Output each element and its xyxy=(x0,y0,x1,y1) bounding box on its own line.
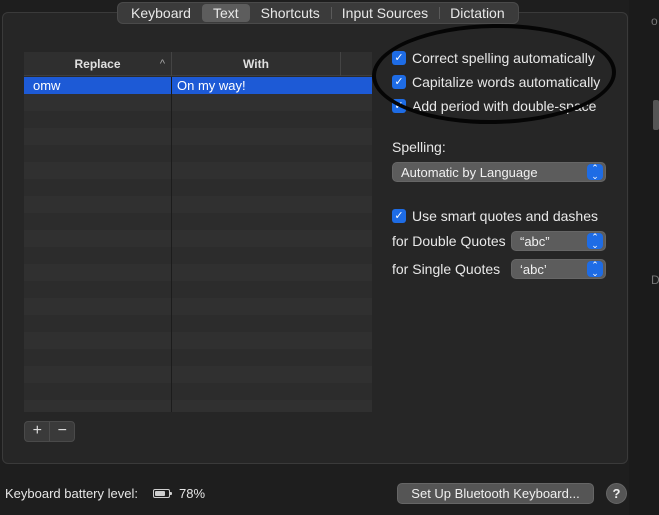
with-cell xyxy=(172,128,372,145)
tab-shortcuts[interactable]: Shortcuts xyxy=(250,4,331,22)
replace-cell xyxy=(24,162,172,179)
popup-value: Automatic by Language xyxy=(401,165,538,180)
tab-input-sources[interactable]: Input Sources xyxy=(330,4,439,22)
help-button[interactable]: ? xyxy=(606,483,627,504)
table-row[interactable] xyxy=(24,247,372,264)
tab-text[interactable]: Text xyxy=(201,4,250,22)
replace-cell xyxy=(24,281,172,298)
replace-cell xyxy=(24,264,172,281)
tab-keyboard[interactable]: Keyboard xyxy=(120,4,202,22)
popup-value: ‘abc’ xyxy=(520,262,547,277)
table-rows: omw On my way! xyxy=(24,77,372,412)
spelling-label: Spelling: xyxy=(392,139,446,155)
with-cell xyxy=(172,94,372,111)
table-row[interactable] xyxy=(24,349,372,366)
table-row[interactable] xyxy=(24,162,372,179)
background-text-fragment: D xyxy=(651,273,659,287)
replace-cell xyxy=(24,196,172,213)
table-row[interactable]: omw On my way! xyxy=(24,77,372,94)
with-cell xyxy=(172,383,372,400)
replace-cell xyxy=(24,247,172,264)
single-quotes-label: for Single Quotes xyxy=(392,261,501,277)
battery-icon xyxy=(153,489,172,498)
checkmark-icon: ✓ xyxy=(392,209,406,223)
replace-cell xyxy=(24,315,172,332)
background-window xyxy=(629,0,659,515)
replace-cell xyxy=(24,400,172,412)
replace-cell xyxy=(24,366,172,383)
replace-cell xyxy=(24,298,172,315)
table-row[interactable] xyxy=(24,281,372,298)
replace-cell xyxy=(24,179,172,196)
single-quotes-popup[interactable]: ‘abc’ ⌃ ⌄ xyxy=(511,259,606,279)
with-cell xyxy=(172,179,372,196)
replace-cell xyxy=(24,145,172,162)
add-remove-control: + − xyxy=(24,421,75,442)
replace-cell: omw xyxy=(24,77,172,94)
table-row[interactable] xyxy=(24,383,372,400)
with-cell: On my way! xyxy=(177,78,246,93)
with-cell xyxy=(172,213,372,230)
replace-cell xyxy=(24,332,172,349)
with-cell xyxy=(172,196,372,213)
with-cell xyxy=(172,332,372,349)
with-cell xyxy=(172,145,372,162)
chevron-updown-icon: ⌃ ⌄ xyxy=(587,261,603,278)
replace-cell xyxy=(24,128,172,145)
battery-percentage: 78% xyxy=(179,486,206,501)
table-row[interactable] xyxy=(24,264,372,281)
spelling-popup[interactable]: Automatic by Language ⌃ ⌄ xyxy=(392,162,606,182)
background-text-fragment: o xyxy=(651,14,658,28)
with-cell xyxy=(172,264,372,281)
with-cell xyxy=(172,349,372,366)
sort-ascending-icon: ^ xyxy=(159,58,165,70)
table-row[interactable] xyxy=(24,366,372,383)
table-row[interactable] xyxy=(24,315,372,332)
smart-quotes-checkbox[interactable]: ✓ Use smart quotes and dashes xyxy=(392,208,598,224)
double-quotes-label: for Double Quotes xyxy=(392,233,506,249)
table-row[interactable] xyxy=(24,111,372,128)
text-replacement-table[interactable]: Replace ^ With omw On my way! xyxy=(24,52,372,412)
with-cell xyxy=(172,247,372,264)
popup-value: “abc” xyxy=(520,234,550,249)
checkbox-label: Use smart quotes and dashes xyxy=(412,208,598,224)
replace-cell xyxy=(24,111,172,128)
column-header-with[interactable]: With xyxy=(172,52,341,76)
with-cell xyxy=(172,281,372,298)
setup-bluetooth-keyboard-button[interactable]: Set Up Bluetooth Keyboard... xyxy=(397,483,594,504)
battery-level-label: Keyboard battery level: xyxy=(5,486,138,501)
with-cell xyxy=(172,162,372,179)
replace-cell xyxy=(24,383,172,400)
column-header-replace[interactable]: Replace ^ xyxy=(24,52,172,76)
tab-bar: Keyboard Text Shortcuts Input Sources Dictat… xyxy=(117,2,519,24)
table-row[interactable] xyxy=(24,128,372,145)
table-row[interactable] xyxy=(24,400,372,412)
table-row[interactable] xyxy=(24,179,372,196)
tab-dictation[interactable]: Dictation xyxy=(439,4,515,22)
table-row[interactable] xyxy=(24,230,372,247)
with-cell xyxy=(172,298,372,315)
background-scrollbar xyxy=(653,100,659,130)
chevron-updown-icon: ⌃ ⌄ xyxy=(587,233,603,250)
table-header: Replace ^ With xyxy=(24,52,372,76)
double-quotes-popup[interactable]: “abc” ⌃ ⌄ xyxy=(511,231,606,251)
chevron-updown-icon: ⌃ ⌄ xyxy=(587,164,603,181)
replace-cell xyxy=(24,213,172,230)
remove-button[interactable]: − xyxy=(49,422,74,441)
with-cell xyxy=(172,400,372,412)
table-row[interactable] xyxy=(24,298,372,315)
replace-cell xyxy=(24,94,172,111)
with-cell xyxy=(172,315,372,332)
table-row[interactable] xyxy=(24,332,372,349)
with-cell xyxy=(172,230,372,247)
table-row[interactable] xyxy=(24,196,372,213)
replace-cell xyxy=(24,349,172,366)
table-row[interactable] xyxy=(24,213,372,230)
with-cell xyxy=(172,366,372,383)
replace-cell xyxy=(24,230,172,247)
table-row[interactable] xyxy=(24,145,372,162)
add-button[interactable]: + xyxy=(25,422,49,441)
with-cell xyxy=(172,111,372,128)
table-row[interactable] xyxy=(24,94,372,111)
